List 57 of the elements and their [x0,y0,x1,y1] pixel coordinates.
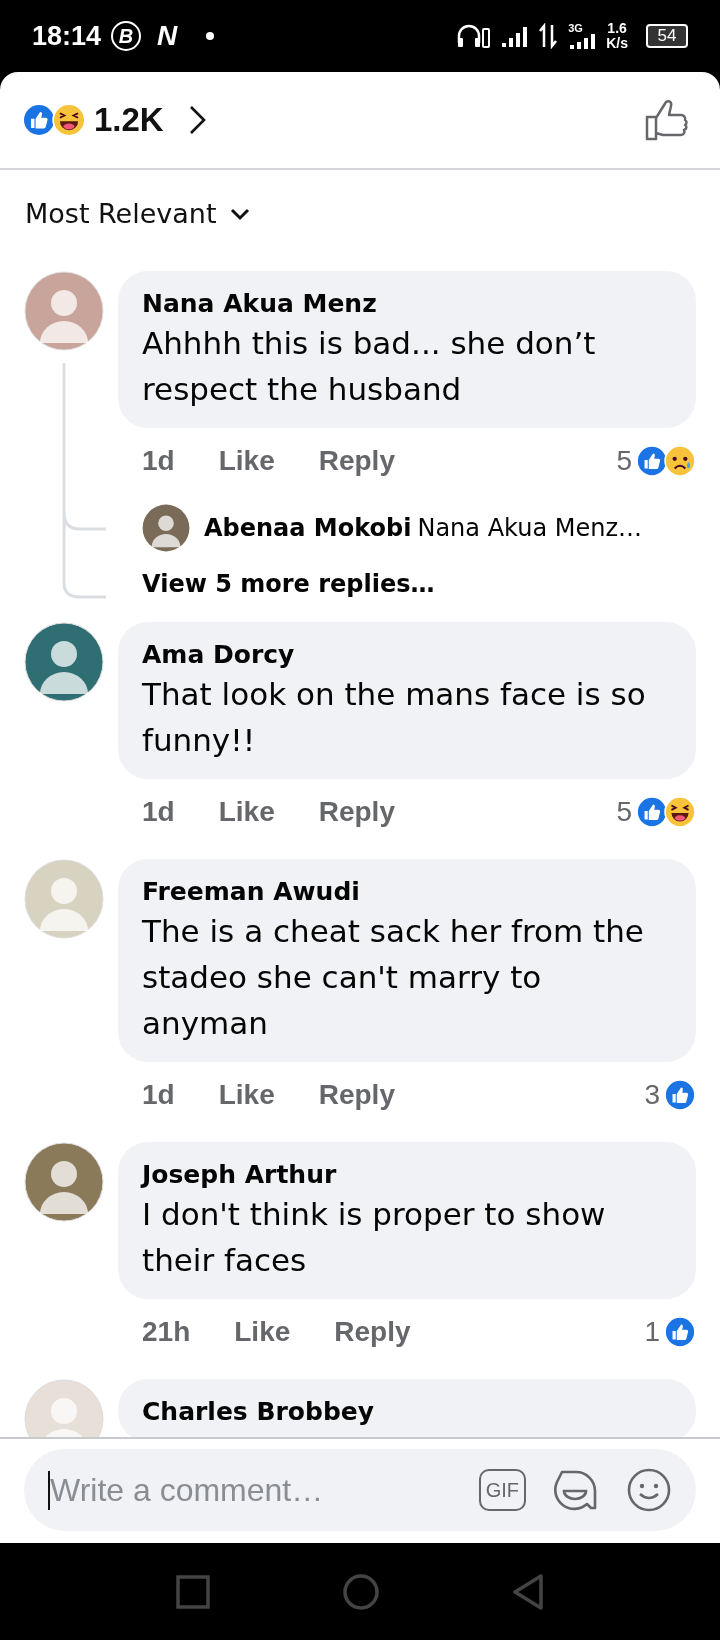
comment-author[interactable]: Joseph Arthur [142,1160,668,1189]
data-transfer-icon [538,23,559,49]
like-link[interactable]: Like [218,1079,275,1111]
headphones-icon [456,23,491,49]
reply-author[interactable]: Abenaa Mokobi [204,514,412,542]
comment-author[interactable]: Charles Brobbey [142,1397,668,1426]
reply-link[interactable]: Reply [318,796,395,828]
like-link[interactable]: Like [234,1316,291,1348]
comment-time: 1d [142,445,175,477]
comment-input[interactable]: Write a comment… [48,1470,453,1510]
network-speed: 1.6 [607,21,627,36]
comment-author[interactable]: Nana Akua Menz [142,289,668,318]
like-link[interactable]: Like [218,445,275,477]
reply-preview: Nana Akua Menz… [417,514,643,542]
dot-icon [205,31,216,41]
status-time: 18:14 [32,20,102,52]
view-replies-link[interactable]: View 5 more replies… [118,570,696,598]
comment-composer[interactable]: Write a comment… GIF [24,1449,696,1531]
reaction-count[interactable]: 5 [616,445,632,477]
comment-text: I don't think is proper to show their faces [142,1195,607,1280]
haha-reaction-icon [52,103,86,137]
reply-link[interactable]: Reply [318,445,395,477]
like-reaction-icon [636,445,668,477]
battery-indicator: 54 [646,24,688,48]
comment-author[interactable]: Freeman Awudi [142,877,668,906]
avatar[interactable] [24,622,104,702]
reply-link[interactable]: Reply [334,1316,411,1348]
sort-dropdown[interactable]: Most Relevant [25,198,217,229]
emoji-icon[interactable] [626,1467,672,1513]
comment-time: 21h [142,1316,191,1348]
comment-time: 1d [142,1079,175,1111]
reaction-count[interactable]: 3 [644,1079,660,1111]
reaction-count[interactable]: 5 [616,796,632,828]
comment-text: Ahhhh this is bad... she don’t respect the husband [142,324,597,409]
comment-author[interactable]: Ama Dorcy [142,640,668,669]
like-icon[interactable] [644,97,688,143]
gif-button[interactable]: GIF [478,1469,526,1511]
avatar[interactable] [142,504,190,552]
like-link[interactable]: Like [218,796,275,828]
reaction-count[interactable]: 1 [644,1316,660,1348]
notification-icon: N [157,20,178,52]
network-type: 3G [568,22,583,34]
like-reaction-icon [664,1316,696,1348]
haha-reaction-icon [664,796,696,828]
reaction-count[interactable]: 1.2K [94,101,164,139]
like-reaction-icon [664,1079,696,1111]
reply-link[interactable]: Reply [318,1079,395,1111]
avatar[interactable] [24,1142,104,1222]
speed-unit: K/s [606,36,628,51]
like-reaction-icon [636,796,668,828]
signal-icon [568,33,597,50]
comment-text: That look on the mans face is so funny!! [142,675,647,760]
comment-time: 1d [142,796,175,828]
notification-icon: B [111,21,142,51]
sad-reaction-icon [664,445,696,477]
comment-text: The is a cheat sack her from the stadeo she can't marry to anyman [142,912,645,1043]
like-reaction-icon [22,103,56,137]
